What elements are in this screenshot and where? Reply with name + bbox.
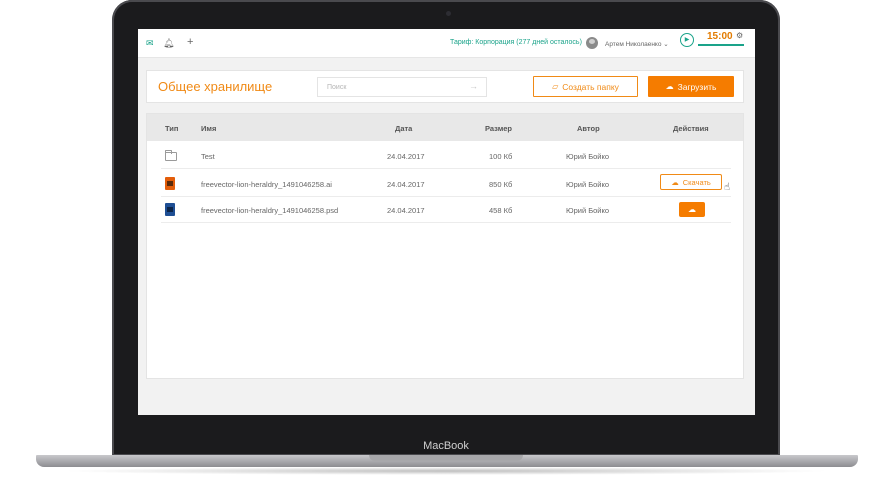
file-author: Юрий Бойко [566, 206, 610, 215]
file-name[interactable]: freevector-lion-heraldry_1491046258.psd [201, 206, 338, 215]
user-menu[interactable]: Артем Николаенко ⌄ [605, 40, 669, 48]
chevron-down-icon: ⌄ [663, 41, 669, 48]
laptop-shadow [60, 467, 832, 475]
file-date: 24.04.2017 [387, 206, 425, 215]
upload-button[interactable]: ☁ Загрузить [648, 76, 734, 97]
table-row[interactable]: freevector-lion-heraldry_1491046258.psd … [161, 197, 731, 223]
hand-cursor-icon: ☝ [724, 182, 731, 193]
arrow-right-icon[interactable]: → [469, 81, 478, 91]
create-folder-button[interactable]: ▱ Создать папку [533, 76, 638, 97]
file-size: 850 Кб [489, 180, 513, 189]
table-row[interactable]: Test 24.04.2017 100 Кб Юрий Бойко [161, 143, 731, 169]
file-date: 24.04.2017 [387, 180, 425, 189]
column-name[interactable]: Имя [201, 124, 216, 133]
timer-progress [698, 44, 744, 46]
search-input[interactable] [317, 77, 487, 97]
storage-header: Общее хранилище → ▱ Создать папку ☁ Загр… [146, 70, 744, 103]
psd-file-icon [165, 203, 175, 216]
folder-open-icon: ▱ [552, 82, 559, 91]
play-icon[interactable]: ▶ [680, 33, 694, 47]
file-name[interactable]: freevector-lion-heraldry_1491046258.ai [201, 180, 332, 189]
download-label: Скачать [682, 177, 711, 187]
table-row[interactable]: freevector-lion-heraldry_1491046258.ai 2… [161, 171, 731, 197]
bell-icon[interactable]: 🔔︎ [163, 38, 174, 48]
laptop-notch [369, 455, 523, 461]
create-folder-label: Создать папку [562, 81, 619, 92]
gear-icon[interactable]: ⚙ [736, 31, 743, 40]
file-size: 100 Кб [489, 152, 513, 161]
ai-file-icon [165, 177, 175, 190]
column-size[interactable]: Размер [485, 124, 512, 133]
file-author: Юрий Бойко [566, 152, 610, 161]
mail-icon[interactable]: ✉ [146, 38, 154, 48]
tariff-link[interactable]: Тариф: Корпорация (277 дней осталось) [450, 39, 582, 46]
app-screen: ✉ 🔔︎ + Тариф: Корпорация (277 дней остал… [138, 29, 755, 415]
file-size: 458 Кб [489, 206, 513, 215]
download-icon-button[interactable]: ☁ [679, 202, 705, 217]
cloud-upload-icon: ☁ [665, 82, 674, 91]
upload-label: Загрузить [677, 81, 717, 92]
file-name[interactable]: Test [201, 152, 215, 161]
plus-icon[interactable]: + [187, 37, 193, 48]
folder-icon [165, 150, 177, 161]
download-button[interactable]: ☁ Скачать [660, 174, 722, 190]
files-table: Тип Имя Дата Размер Автор Действия Test … [146, 113, 744, 379]
user-name: Артем Николаенко [605, 41, 662, 48]
file-date: 24.04.2017 [387, 152, 425, 161]
timer-display: 15:00 [707, 31, 733, 42]
column-actions: Действия [673, 124, 709, 133]
top-bar: ✉ 🔔︎ + Тариф: Корпорация (277 дней остал… [138, 29, 755, 58]
cloud-download-icon: ☁ [688, 205, 696, 214]
column-date[interactable]: Дата [395, 124, 412, 133]
device-brand: MacBook [423, 440, 469, 452]
cloud-download-icon: ☁ [671, 177, 679, 187]
column-author[interactable]: Автор [577, 124, 600, 133]
page-title: Общее хранилище [158, 79, 273, 94]
avatar[interactable] [586, 37, 598, 49]
laptop-camera [446, 11, 451, 16]
file-author: Юрий Бойко [566, 180, 610, 189]
table-header: Тип Имя Дата Размер Автор Действия [147, 114, 743, 141]
column-type[interactable]: Тип [165, 124, 178, 133]
